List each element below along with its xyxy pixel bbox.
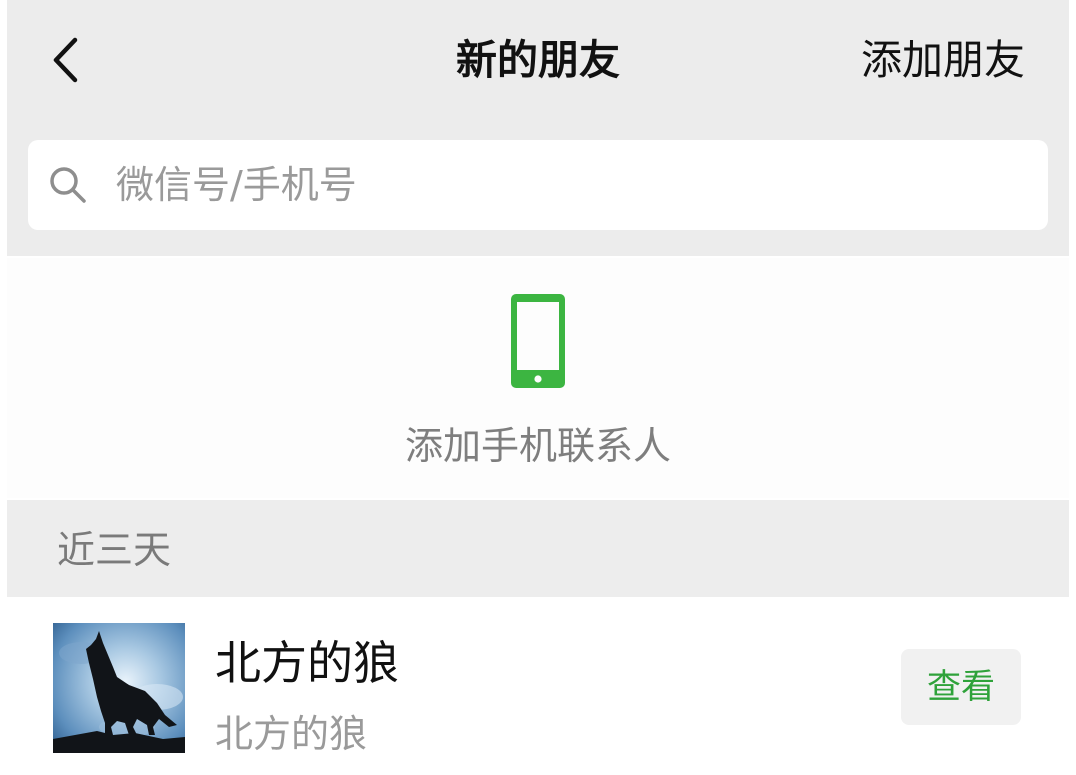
search-input[interactable] <box>116 140 1016 230</box>
section-label: 近三天 <box>57 528 172 572</box>
add-phone-contacts-button[interactable]: 添加手机联系人 <box>7 258 1069 498</box>
friend-name: 北方的狼 <box>215 636 399 690</box>
add-phone-contacts-label: 添加手机联系人 <box>404 424 671 468</box>
nav-bar: 新的朋友 添加朋友 <box>7 0 1069 256</box>
search-icon <box>50 167 86 203</box>
friend-message: 北方的狼 <box>215 712 368 756</box>
avatar[interactable] <box>53 623 185 753</box>
add-friends-button[interactable]: 添加朋友 <box>861 30 1025 90</box>
search-bar[interactable] <box>28 140 1048 230</box>
mobile-phone-icon <box>511 294 565 388</box>
friend-request-row[interactable]: 北方的狼 北方的狼 查看 <box>7 597 1069 775</box>
new-friends-page: 新的朋友 添加朋友 添加手机联系人 近三天 <box>7 0 1069 775</box>
howling-wolf-avatar <box>53 623 185 753</box>
view-button[interactable]: 查看 <box>901 649 1021 725</box>
section-header-recent: 近三天 <box>7 500 1069 597</box>
